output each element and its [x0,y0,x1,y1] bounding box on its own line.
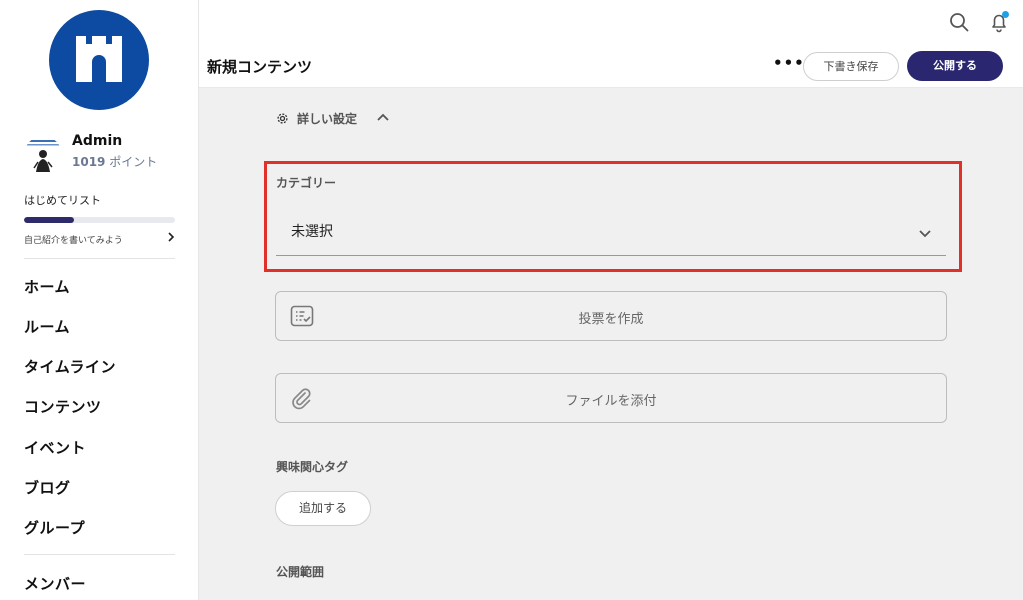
avatar[interactable] [24,136,62,174]
sidebar-item-members[interactable]: メンバー [24,573,86,594]
attach-file-button[interactable]: ファイルを添付 [275,373,947,423]
sidebar-divider [24,258,175,259]
checklist-next-label: 自己紹介を書いてみよう [24,236,123,246]
chevron-right-icon [167,232,175,245]
create-poll-label: 投票を作成 [578,312,644,327]
sidebar-item-timeline[interactable]: タイムライン [24,356,116,377]
castle-logo-icon[interactable] [49,10,149,110]
points-label: ポイント [109,155,158,169]
category-selected-value: 未選択 [291,224,333,240]
points-value: 1019 [72,155,106,169]
publish-button[interactable]: 公開する [907,51,1003,81]
user-points: 1019 ポイント [72,153,157,170]
chevron-up-icon [376,111,390,125]
user-name: Admin [72,133,123,149]
gear-icon [276,112,289,128]
more-options-button[interactable]: ••• [773,56,804,74]
save-draft-button[interactable]: 下書き保存 [803,52,899,81]
notification-dot [1002,11,1009,18]
interest-tags-label: 興味関心タグ [276,460,349,474]
sidebar: Admin 1019 ポイント はじめてリスト 自己紹介を書いてみよう ホーム … [0,0,199,600]
checklist-title: はじめてリスト [24,194,101,207]
sidebar-item-contents[interactable]: コンテンツ [24,396,102,417]
chevron-down-icon [918,224,932,243]
category-label: カテゴリー [276,176,337,190]
bell-icon[interactable] [988,11,1010,33]
search-icon[interactable] [948,11,970,33]
page-title: 新規コンテンツ [207,58,313,76]
sidebar-item-blog[interactable]: ブログ [24,477,71,498]
checklist-next-item[interactable]: 自己紹介を書いてみよう [24,232,175,247]
attach-file-label: ファイルを添付 [565,394,657,409]
sidebar-item-home[interactable]: ホーム [24,276,70,297]
visibility-label: 公開範囲 [276,565,325,579]
create-poll-button[interactable]: 投票を作成 [275,291,947,341]
sidebar-item-rooms[interactable]: ルーム [24,316,70,337]
sidebar-item-events[interactable]: イベント [24,437,86,458]
sidebar-item-groups[interactable]: グループ [24,517,85,538]
category-select[interactable]: 未選択 [276,210,946,256]
checklist-progress-fill [24,217,74,223]
advanced-settings-label: 詳しい設定 [297,112,358,126]
add-tag-button[interactable]: 追加する [275,491,371,526]
sidebar-divider [24,554,175,555]
user-profile[interactable]: Admin 1019 ポイント [24,133,194,174]
checklist-progress-bar [24,217,175,223]
top-bar: 新規コンテンツ ••• 下書き保存 公開する [199,0,1023,88]
